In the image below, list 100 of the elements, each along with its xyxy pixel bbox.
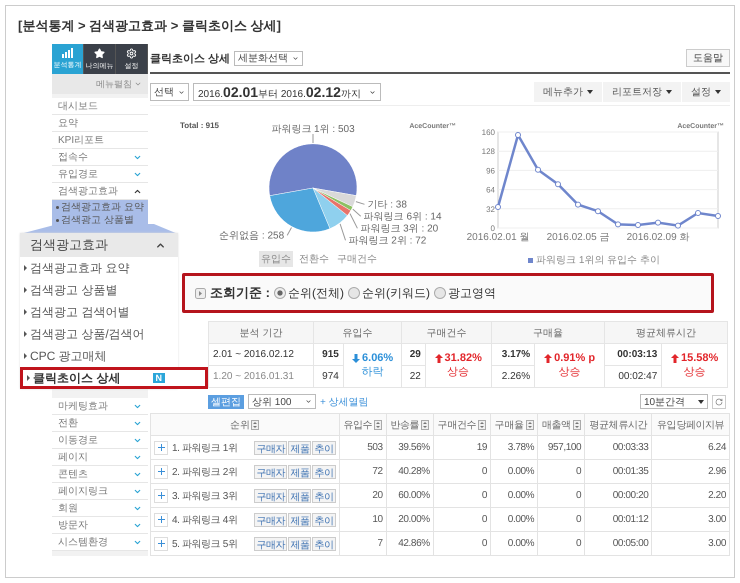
y-tick-label: 128: [482, 147, 495, 156]
column-header[interactable]: 구매건수: [433, 414, 491, 436]
expand-row-button[interactable]: [154, 512, 168, 526]
item-label[interactable]: 시스템환경: [58, 535, 108, 549]
column-header[interactable]: 반송률: [386, 414, 434, 436]
sidebar-item[interactable]: 페이지링크: [52, 483, 148, 500]
settings-icon: [126, 48, 137, 58]
sidebar-item[interactable]: 이동경로: [52, 432, 148, 449]
criteria-radio[interactable]: 순위(키워드): [348, 284, 430, 302]
criteria-radio[interactable]: 순위(전체): [274, 284, 344, 302]
sidebar-item[interactable]: 전환: [52, 415, 148, 432]
column-header[interactable]: 매출액: [538, 414, 585, 436]
change-cell: 6.06% 하락: [343, 344, 402, 388]
expand-details-link[interactable]: + 상세열림: [320, 394, 369, 408]
item-label[interactable]: 이동경로: [58, 433, 98, 447]
sort-icon[interactable]: [526, 420, 534, 430]
sidebar-item[interactable]: 유입경로: [52, 166, 148, 183]
row-action-button[interactable]: 추이: [312, 440, 336, 454]
help-button[interactable]: 도움말: [686, 49, 730, 67]
menu-item[interactable]: 검색광고 상품/검색어: [20, 323, 178, 345]
sidebar-item[interactable]: 마케팅효과: [52, 398, 148, 415]
metric-tab[interactable]: 구매건수: [335, 251, 379, 267]
row-action-button[interactable]: 추이: [312, 464, 336, 478]
sort-icon[interactable]: [374, 420, 382, 430]
menu-item[interactable]: 클릭초이스 상세 N: [20, 367, 208, 389]
toggle-icon[interactable]: [195, 288, 206, 298]
item-label[interactable]: 전환: [58, 416, 78, 430]
item-label[interactable]: 회원: [58, 501, 78, 515]
sort-icon[interactable]: [421, 420, 430, 430]
item-label[interactable]: 방문자: [58, 518, 88, 532]
sort-icon[interactable]: [572, 420, 581, 430]
item-label[interactable]: 페이지: [58, 450, 88, 464]
item-label[interactable]: 검색광고효과: [58, 184, 118, 198]
menu-item[interactable]: 검색광고효과 요약: [20, 257, 178, 279]
leader-line: [286, 227, 292, 236]
table-cell: 0: [433, 508, 491, 532]
edit-cells-button[interactable]: 셀편집: [208, 394, 244, 408]
radio-indicator[interactable]: [274, 287, 286, 299]
row-action-button[interactable]: 구매자: [254, 464, 288, 478]
column-header[interactable]: 순위: [150, 414, 340, 436]
column-header[interactable]: 유입수: [339, 414, 386, 436]
top-select[interactable]: 상위 100: [248, 394, 316, 409]
radio-indicator[interactable]: [348, 287, 360, 299]
row-action-button[interactable]: 추이: [312, 536, 336, 550]
row-action-button[interactable]: 추이: [312, 488, 336, 502]
item-label[interactable]: 콘텐츠: [58, 467, 88, 481]
criteria-label: 조회기준 :: [210, 284, 270, 302]
metric-tab[interactable]: 유입수: [259, 251, 293, 267]
column-header[interactable]: 구매율: [490, 414, 538, 436]
sidebar-item[interactable]: 요약: [52, 115, 148, 132]
menu-item[interactable]: CPC 광고매체: [20, 345, 178, 367]
change-cell: 0.91% p 상승: [534, 344, 605, 388]
row-action-button[interactable]: 추이: [312, 512, 336, 526]
row-action-button[interactable]: 구매자: [254, 512, 288, 526]
sort-icon[interactable]: [478, 420, 486, 430]
arrow-down-icon: [352, 354, 360, 362]
sort-icon[interactable]: [251, 420, 260, 430]
sidebar-item[interactable]: 대시보드: [52, 98, 148, 115]
menu-item[interactable]: 검색광고 상품별: [20, 279, 178, 301]
row-action-button[interactable]: 제품: [288, 488, 312, 502]
sidebar-item[interactable]: 방문자: [52, 517, 148, 534]
item-label[interactable]: 유입경로: [58, 167, 98, 181]
sidebar-item[interactable]: 페이지: [52, 449, 148, 466]
sidebar-item[interactable]: 회원: [52, 500, 148, 517]
row-action-button[interactable]: 제품: [288, 536, 312, 550]
data-point: [595, 208, 601, 214]
refresh-button[interactable]: [712, 394, 726, 408]
table-cell: 0: [433, 460, 491, 484]
sidebar-subitem[interactable]: 검색광고 상품별: [56, 214, 134, 227]
criteria-radio[interactable]: 광고영역: [434, 284, 496, 302]
sidebar-subitem[interactable]: 검색광고효과 요약: [56, 201, 144, 214]
segment-select[interactable]: 세분화선택: [234, 50, 304, 66]
row-action-button[interactable]: 구매자: [254, 488, 288, 502]
sidebar-item[interactable]: 검색광고효과: [52, 183, 148, 200]
sidebar-item[interactable]: 접속수: [52, 149, 148, 166]
date-range-select[interactable]: 2016.02.01부터 2016.02.12까지: [193, 83, 381, 101]
expand-row-button[interactable]: [154, 464, 168, 478]
expand-all-toggle[interactable]: 메뉴펼침: [52, 74, 148, 94]
expand-row-button[interactable]: [154, 488, 168, 502]
row-action-button[interactable]: 제품: [288, 440, 312, 454]
sidebar-item[interactable]: 시스템환경: [52, 534, 148, 551]
row-action-button[interactable]: 구매자: [254, 536, 288, 550]
table-cell: 7: [339, 532, 386, 556]
sidebar-item[interactable]: 콘텐츠: [52, 466, 148, 483]
expand-row-button[interactable]: [154, 440, 168, 454]
menu-header[interactable]: 검색광고효과: [20, 233, 178, 257]
radio-indicator[interactable]: [434, 287, 446, 299]
interval-select[interactable]: 10분간격: [640, 394, 708, 409]
period-select[interactable]: 선택: [150, 83, 189, 101]
metric-tab[interactable]: 전환수: [297, 251, 331, 267]
row-action-button[interactable]: 제품: [288, 512, 312, 526]
item-label[interactable]: 페이지링크: [58, 484, 108, 498]
menu-item[interactable]: 검색광고 검색어별: [20, 301, 178, 323]
row-action-button[interactable]: 구매자: [254, 440, 288, 454]
expand-row-button[interactable]: [154, 536, 168, 550]
item-label[interactable]: 마케팅효과: [58, 399, 108, 413]
triangle-bullet-icon: [24, 309, 27, 315]
row-action-button[interactable]: 제품: [288, 464, 312, 478]
sidebar-item[interactable]: KPI리포트: [52, 132, 148, 149]
item-label[interactable]: 접속수: [58, 150, 88, 164]
